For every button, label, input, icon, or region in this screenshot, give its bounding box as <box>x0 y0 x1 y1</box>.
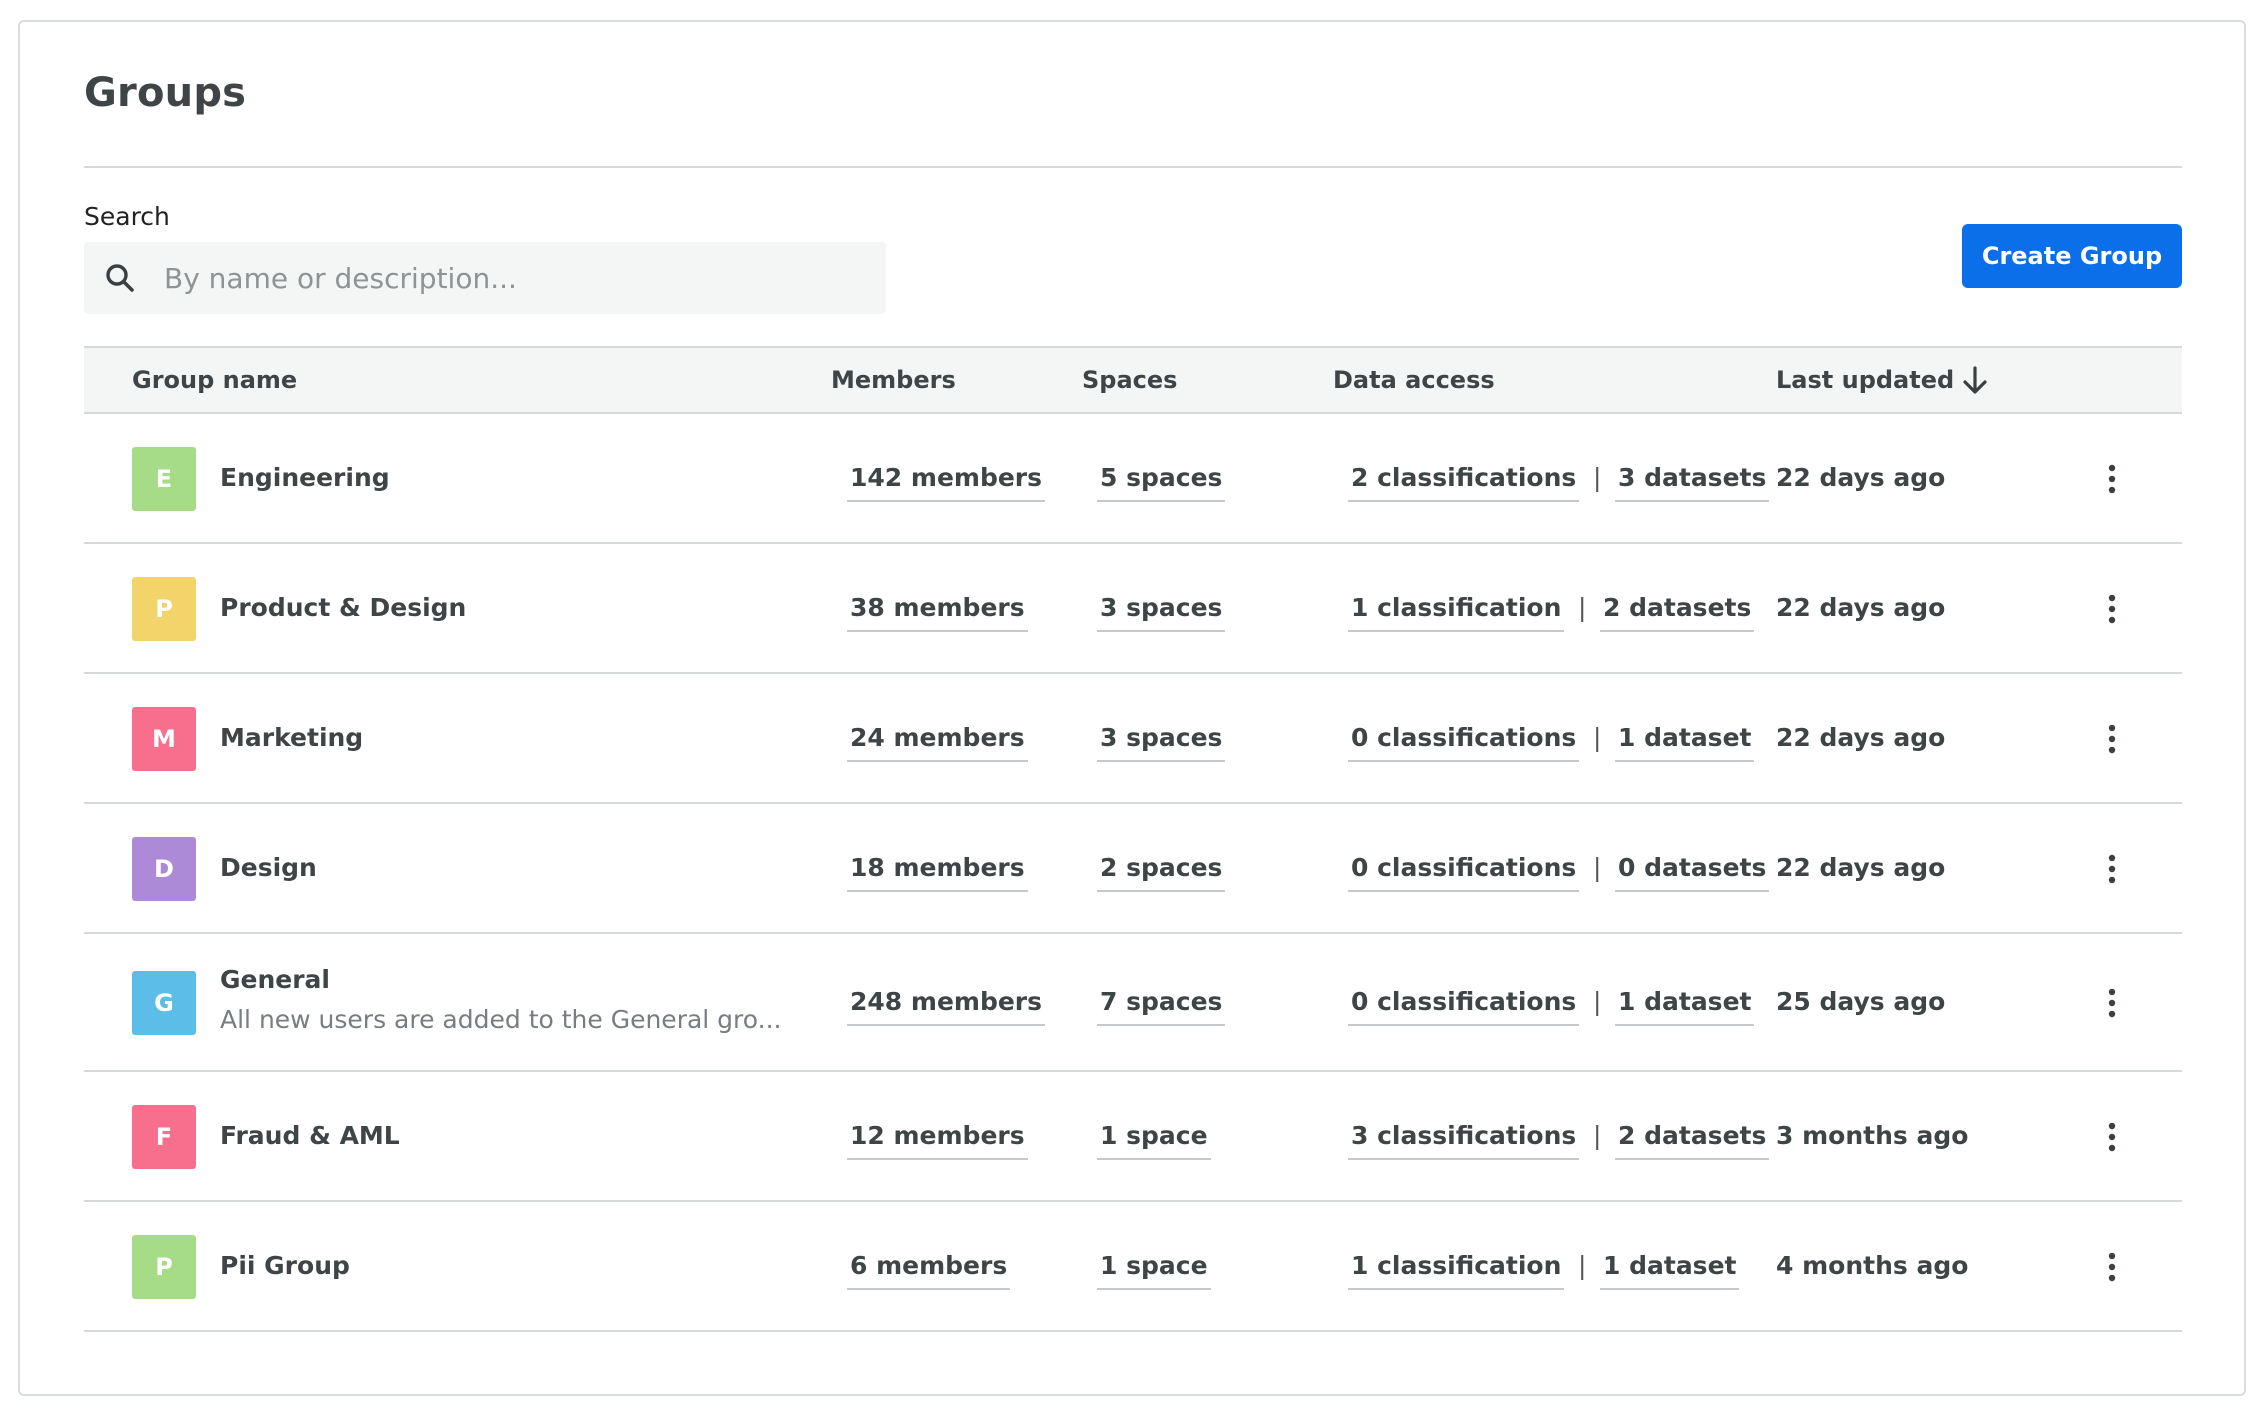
spaces-link[interactable]: 7 spaces <box>1097 987 1226 1026</box>
members-link[interactable]: 248 members <box>847 987 1046 1026</box>
group-avatar: F <box>132 1105 196 1169</box>
group-avatar: D <box>132 837 196 901</box>
members-link[interactable]: 6 members <box>847 1251 1011 1290</box>
data-access-separator: | <box>1593 1121 1602 1150</box>
classifications-link[interactable]: 0 classifications <box>1348 853 1580 892</box>
spaces-link[interactable]: 1 space <box>1097 1121 1211 1160</box>
group-name[interactable]: Engineering <box>220 463 390 492</box>
last-updated: 3 months ago <box>1776 1121 1969 1150</box>
column-header-spaces[interactable]: Spaces <box>1082 366 1177 394</box>
datasets-link[interactable]: 2 datasets <box>1600 593 1755 632</box>
search-icon <box>106 264 134 292</box>
classifications-link[interactable]: 0 classifications <box>1348 723 1580 762</box>
column-header-data-access[interactable]: Data access <box>1333 366 1495 394</box>
group-name[interactable]: Pii Group <box>220 1251 350 1280</box>
data-access-separator: | <box>1578 1251 1587 1280</box>
classifications-link[interactable]: 0 classifications <box>1348 987 1580 1026</box>
classifications-link[interactable]: 1 classification <box>1348 593 1565 632</box>
more-options-icon[interactable] <box>2102 1121 2122 1153</box>
group-name[interactable]: Marketing <box>220 723 363 752</box>
members-link[interactable]: 24 members <box>847 723 1028 762</box>
group-name[interactable]: Fraud & AML <box>220 1121 400 1150</box>
spaces-link[interactable]: 2 spaces <box>1097 853 1226 892</box>
last-updated: 22 days ago <box>1776 463 1946 492</box>
datasets-link[interactable]: 3 datasets <box>1615 463 1770 502</box>
last-updated: 22 days ago <box>1776 853 1946 882</box>
more-options-icon[interactable] <box>2102 853 2122 885</box>
last-updated: 22 days ago <box>1776 593 1946 622</box>
members-link[interactable]: 38 members <box>847 593 1028 632</box>
last-updated: 25 days ago <box>1776 987 1946 1016</box>
classifications-link[interactable]: 1 classification <box>1348 1251 1565 1290</box>
classifications-link[interactable]: 3 classifications <box>1348 1121 1580 1160</box>
data-access-separator: | <box>1578 593 1587 622</box>
group-name[interactable]: Product & Design <box>220 593 466 622</box>
spaces-link[interactable]: 3 spaces <box>1097 593 1226 632</box>
data-access-separator: | <box>1593 723 1602 752</box>
arrow-down-icon[interactable] <box>1960 364 1990 396</box>
classifications-link[interactable]: 2 classifications <box>1348 463 1580 502</box>
table-row[interactable]: F Fraud & AML 12 members 1 space 3 classific… <box>84 1072 2182 1202</box>
spaces-link[interactable]: 1 space <box>1097 1251 1211 1290</box>
datasets-link[interactable]: 2 datasets <box>1615 1121 1770 1160</box>
data-access-separator: | <box>1593 987 1602 1016</box>
table-row[interactable]: G General All new users are added to the G… <box>84 934 2182 1072</box>
groups-card: Groups Search Create Group Group name Me… <box>18 20 2246 1396</box>
table-row[interactable]: E Engineering 142 members 5 spaces 2 classif… <box>84 414 2182 544</box>
more-options-icon[interactable] <box>2102 1251 2122 1283</box>
spaces-link[interactable]: 5 spaces <box>1097 463 1226 502</box>
members-link[interactable]: 142 members <box>847 463 1046 502</box>
column-header-group-name[interactable]: Group name <box>132 366 297 394</box>
data-access-separator: | <box>1593 463 1602 492</box>
group-avatar: G <box>132 971 196 1035</box>
group-avatar: M <box>132 707 196 771</box>
group-avatar: P <box>132 577 196 641</box>
data-access-separator: | <box>1593 853 1602 882</box>
table-row[interactable]: M Marketing 24 members 3 spaces 0 classifica… <box>84 674 2182 804</box>
search-label: Search <box>84 202 170 231</box>
title-divider <box>84 166 2182 168</box>
more-options-icon[interactable] <box>2102 723 2122 755</box>
members-link[interactable]: 18 members <box>847 853 1028 892</box>
create-group-button[interactable]: Create Group <box>1962 224 2182 288</box>
more-options-icon[interactable] <box>2102 987 2122 1019</box>
more-options-icon[interactable] <box>2102 463 2122 495</box>
group-avatar: P <box>132 1235 196 1299</box>
table-row[interactable]: D Design 18 members 2 spaces 0 classificatio… <box>84 804 2182 934</box>
column-header-last-updated[interactable]: Last updated <box>1776 366 1954 394</box>
spaces-link[interactable]: 3 spaces <box>1097 723 1226 762</box>
column-header-members[interactable]: Members <box>831 366 956 394</box>
datasets-link[interactable]: 0 datasets <box>1615 853 1770 892</box>
search-input[interactable] <box>164 242 864 314</box>
datasets-link[interactable]: 1 dataset <box>1600 1251 1740 1290</box>
members-link[interactable]: 12 members <box>847 1121 1028 1160</box>
group-description: All new users are added to the General g… <box>220 1005 782 1034</box>
last-updated: 4 months ago <box>1776 1251 1969 1280</box>
group-name[interactable]: Design <box>220 853 317 882</box>
search-box <box>84 242 886 314</box>
table-row[interactable]: P Pii Group 6 members 1 space 1 classificati… <box>84 1202 2182 1332</box>
table-row[interactable]: P Product & Design 38 members 3 spaces 1 cla… <box>84 544 2182 674</box>
page-title: Groups <box>84 70 247 116</box>
group-avatar: E <box>132 447 196 511</box>
more-options-icon[interactable] <box>2102 593 2122 625</box>
table-header: Group name Members Spaces Data access La… <box>84 346 2182 414</box>
datasets-link[interactable]: 1 dataset <box>1615 723 1755 762</box>
group-name[interactable]: General <box>220 965 330 994</box>
last-updated: 22 days ago <box>1776 723 1946 752</box>
datasets-link[interactable]: 1 dataset <box>1615 987 1755 1026</box>
